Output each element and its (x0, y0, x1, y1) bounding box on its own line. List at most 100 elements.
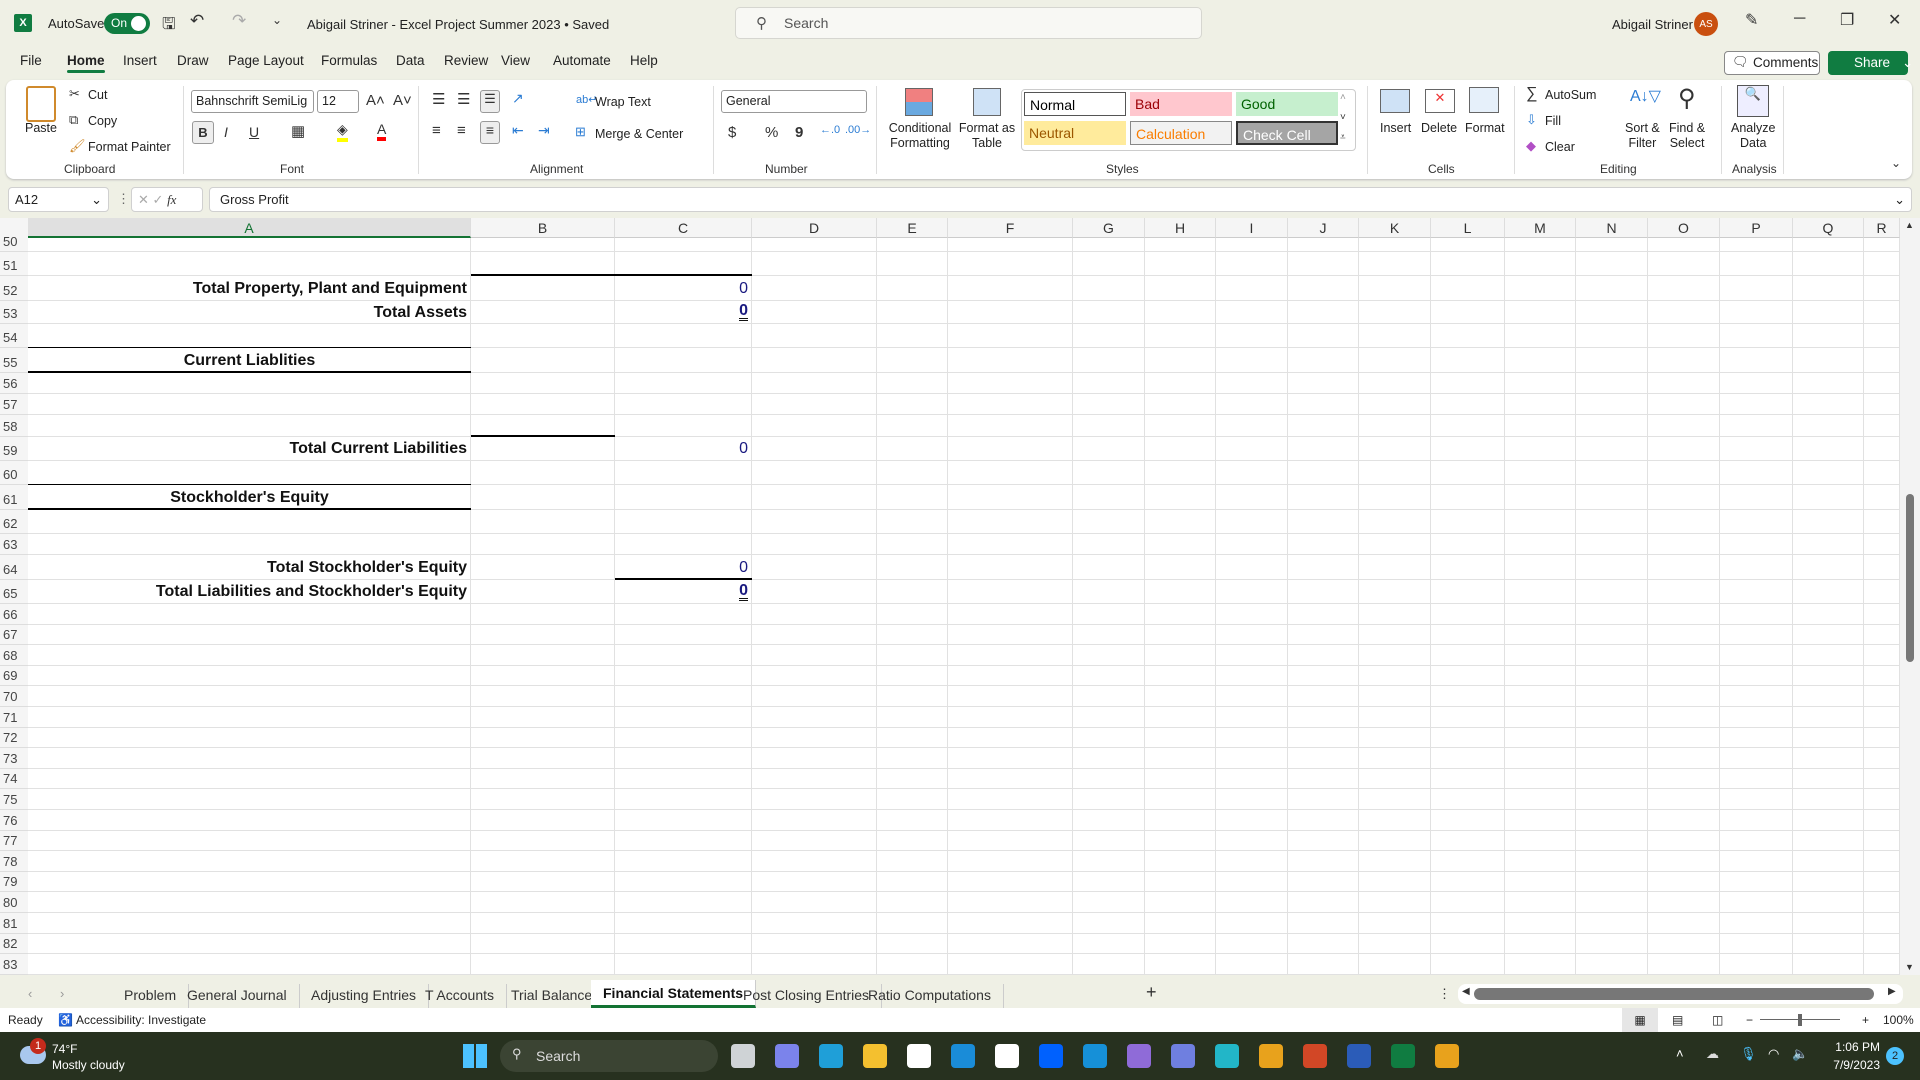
cancel-icon[interactable]: ✕ (138, 192, 149, 207)
orientation-icon[interactable]: ↗ (512, 90, 524, 107)
volume-icon[interactable]: 🔈 (1792, 1046, 1808, 1062)
align-left-icon[interactable]: ≡ (432, 122, 441, 139)
italic-button[interactable]: I (224, 124, 228, 140)
row-header-68[interactable]: 68 (0, 645, 28, 666)
column-header-E[interactable]: E (877, 218, 948, 238)
wifi-icon[interactable]: ◠ (1768, 1046, 1779, 1062)
search-input[interactable]: Search (735, 7, 1202, 39)
align-center-icon[interactable]: ≡ (457, 122, 466, 139)
normal-view-icon[interactable]: ▦ (1622, 1008, 1658, 1032)
chrome-icon[interactable] (1259, 1044, 1283, 1068)
sheet-tab-trial-balance[interactable]: Trial Balance (499, 984, 606, 1008)
collapse-ribbon-icon[interactable]: ⌄ (1891, 156, 1901, 170)
row-header-81[interactable]: 81 (0, 913, 28, 934)
chrome-2-icon[interactable] (1435, 1044, 1459, 1068)
page-layout-view-icon[interactable]: ▤ (1672, 1008, 1683, 1032)
style-check-cell[interactable]: Check Cell (1236, 121, 1338, 145)
borders-icon[interactable]: ▦ (291, 122, 305, 140)
column-header-G[interactable]: G (1073, 218, 1145, 238)
zoom-level[interactable]: 100% (1883, 1008, 1914, 1032)
row-header-80[interactable]: 80 (0, 892, 28, 913)
decrease-decimal-icon[interactable]: .00→ (845, 124, 871, 136)
row-header-52[interactable]: 52 (0, 276, 28, 301)
row-header-70[interactable]: 70 (0, 686, 28, 707)
column-header-P[interactable]: P (1720, 218, 1793, 238)
gallery-down-icon[interactable]: ˅ (1340, 112, 1346, 123)
row-header-79[interactable]: 79 (0, 871, 28, 893)
document-title[interactable]: Abigail Striner - Excel Project Summer 2… (307, 17, 609, 32)
style-normal[interactable]: Normal (1024, 92, 1126, 116)
windows-start-icon[interactable] (463, 1044, 487, 1068)
cell-A64[interactable]: Total Stockholder's Equity (28, 555, 471, 580)
more-options-icon[interactable]: ⋮ (1438, 986, 1451, 1002)
bold-button[interactable]: B (192, 121, 214, 144)
redo-icon[interactable]: ↷ (232, 11, 246, 31)
edge-icon[interactable] (819, 1044, 843, 1068)
file-explorer-icon[interactable] (863, 1044, 887, 1068)
row-header-77[interactable]: 77 (0, 830, 28, 852)
restore-icon[interactable]: ❐ (1840, 10, 1854, 30)
cut-button[interactable]: Cut (88, 88, 107, 102)
horizontal-scroll-thumb[interactable] (1474, 988, 1874, 1000)
sort-filter-button[interactable]: Sort & Filter (1625, 121, 1660, 151)
dropbox-icon[interactable] (1039, 1044, 1063, 1068)
decrease-indent-icon[interactable]: ⇤ (512, 122, 524, 139)
cell-C64[interactable]: 0 (615, 555, 752, 580)
tab-help[interactable]: Help (630, 53, 658, 68)
align-right-icon[interactable]: ≡ (480, 121, 500, 144)
undo-icon[interactable]: ↶ (190, 11, 204, 31)
copilot-icon[interactable] (1127, 1044, 1151, 1068)
column-header-K[interactable]: K (1359, 218, 1431, 238)
paste-icon[interactable] (26, 86, 56, 122)
task-view-icon[interactable] (731, 1044, 755, 1068)
row-header-57[interactable]: 57 (0, 394, 28, 415)
percent-button[interactable]: % (765, 124, 778, 141)
style-neutral[interactable]: Neutral (1024, 121, 1126, 145)
sheet-tab-ratio-computations[interactable]: Ratio Computations (856, 984, 1004, 1008)
vertical-scrollbar[interactable]: ▲ ▼ (1900, 218, 1920, 975)
tab-data[interactable]: Data (396, 53, 425, 68)
row-header-64[interactable]: 64 (0, 555, 28, 580)
column-header-L[interactable]: L (1431, 218, 1505, 238)
insert-button[interactable]: Insert (1380, 121, 1411, 135)
tab-formulas[interactable]: Formulas (321, 53, 377, 68)
comma-button[interactable]: 9 (795, 124, 803, 141)
avatar[interactable]: AS (1694, 12, 1718, 36)
column-header-O[interactable]: O (1648, 218, 1720, 238)
enter-icon[interactable]: ✓ (153, 192, 164, 207)
cell-C53[interactable]: 0 (615, 301, 752, 324)
cell-A53[interactable]: Total Assets (28, 301, 471, 324)
column-header-F[interactable]: F (948, 218, 1073, 238)
format-as-table-button[interactable]: Format as Table (956, 121, 1018, 151)
row-header-71[interactable]: 71 (0, 707, 28, 728)
font-size-dropdown[interactable]: 12 (317, 90, 359, 113)
style-calculation[interactable]: Calculation (1130, 121, 1232, 145)
column-header-A[interactable]: A (28, 218, 471, 238)
row-header-51[interactable]: 51 (0, 252, 28, 276)
pen-icon[interactable]: ✎ (1745, 10, 1758, 30)
row-header-60[interactable]: 60 (0, 461, 28, 485)
number-format-dropdown[interactable]: General (721, 90, 867, 113)
clock-time[interactable]: 1:06 PM (1830, 1040, 1880, 1054)
close-icon[interactable]: ✕ (1888, 10, 1901, 30)
find-select-button[interactable]: Find & Select (1669, 121, 1705, 151)
scroll-down-icon[interactable]: ▼ (1905, 962, 1914, 972)
autosave-toggle[interactable]: On (104, 13, 150, 34)
wrap-text-button[interactable]: Wrap Text (595, 95, 651, 109)
style-good[interactable]: Good (1236, 92, 1338, 116)
scroll-left-icon[interactable]: ◀ (1462, 986, 1470, 997)
align-bottom-icon[interactable]: ☰ (480, 90, 500, 113)
tab-page-layout[interactable]: Page Layout (228, 53, 304, 68)
sheet-tab-adjusting-entries[interactable]: Adjusting Entries (299, 984, 430, 1008)
zoom-in-icon[interactable]: + (1862, 1008, 1869, 1032)
chevron-down-icon[interactable]: ⌄ (1902, 55, 1913, 70)
row-header-78[interactable]: 78 (0, 851, 28, 872)
column-header-J[interactable]: J (1288, 218, 1359, 238)
save-icon[interactable]: 🖫 (162, 13, 176, 40)
paste-button[interactable]: Paste (25, 121, 57, 135)
format-painter-button[interactable]: Format Painter (88, 140, 171, 154)
next-sheet-icon[interactable]: › (60, 986, 64, 1001)
increase-font-size-icon[interactable]: A˄ (366, 92, 385, 109)
decrease-font-size-icon[interactable]: A˅ (393, 92, 412, 109)
scroll-up-icon[interactable]: ▲ (1905, 220, 1914, 230)
